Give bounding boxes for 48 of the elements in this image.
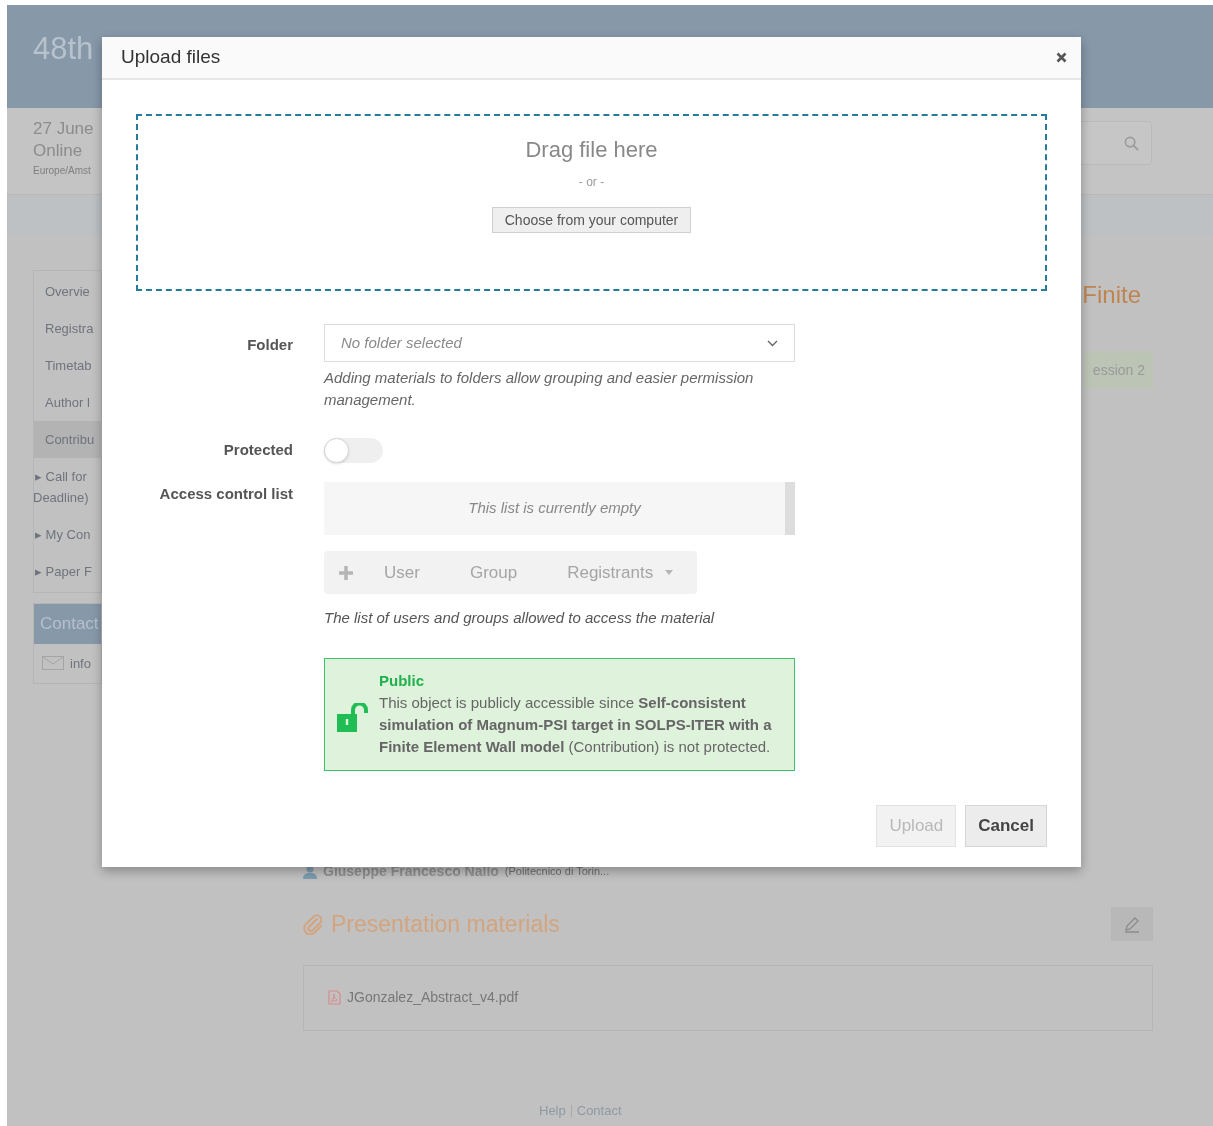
protected-toggle[interactable] <box>324 438 383 463</box>
person-icon <box>303 864 317 879</box>
registrants-dropdown[interactable]: Registrants <box>567 559 674 586</box>
section-heading: Presentation materials <box>331 910 560 939</box>
paperclip-icon <box>303 913 323 936</box>
choose-file-button[interactable]: Choose from your computer <box>491 207 692 233</box>
dialog-title: Upload files <box>121 45 221 70</box>
help-text: Adding materials to folders allow grouping and easier permission management. <box>324 368 755 410</box>
pencil-icon <box>1123 915 1141 934</box>
contact-email-link[interactable]: info <box>70 653 91 673</box>
caret-icon <box>665 570 674 575</box>
folder-select[interactable]: No folder selected <box>324 324 795 362</box>
sidebar-item[interactable]: Timetab <box>34 347 101 384</box>
chevron-down-icon <box>767 339 778 347</box>
notice-title: Public <box>379 670 425 691</box>
field-label: Folder <box>247 336 293 353</box>
author-affiliation: (Politecnico di Torin... <box>504 864 610 880</box>
dialog-button[interactable]: Cancel <box>965 804 1047 847</box>
field-label: Access control list <box>159 485 293 502</box>
close-icon <box>1055 52 1067 63</box>
plus-icon <box>338 564 354 581</box>
field-label: Protected <box>223 441 293 458</box>
sidebar-item[interactable]: ▸ Paper F <box>34 553 101 590</box>
acl-option-button[interactable]: Group <box>469 559 568 586</box>
file-drop-zone[interactable]: Drag file here - or - Choose from your computer <box>136 114 1047 291</box>
drop-heading: Drag file here <box>525 136 658 164</box>
edit-button[interactable] <box>1111 907 1153 942</box>
pdf-file-icon <box>328 990 341 1005</box>
sidebar-item[interactable]: ▸ Call for Deadline) <box>34 458 101 516</box>
unlocked-padlock-icon <box>337 702 368 732</box>
event-date: 27 June <box>33 118 94 140</box>
mail-icon <box>42 656 64 671</box>
acl-option-button[interactable]: User <box>384 559 470 586</box>
notice-text: This object is publicly accessible since Self-consistent simulation of Magnum-PSI target in SOLPS-ITER with a Finite Element Wall model (Contribution) is not protected. <box>379 693 773 758</box>
event-location: Online <box>33 140 84 162</box>
help-text: The list of users and groups allowed to access the material <box>324 608 716 628</box>
sidebar-item[interactable]: Author l <box>34 384 101 421</box>
search-icon <box>1124 135 1139 151</box>
sidebar-item[interactable]: Registra <box>34 310 101 347</box>
sidebar-item[interactable]: ▸ My Con <box>34 516 101 553</box>
file-link[interactable]: JGonzalez_Abstract_v4.pdf <box>347 987 519 1008</box>
separator-text: - or - <box>578 174 605 191</box>
sidebar-item[interactable]: Contribu <box>34 421 101 458</box>
event-timezone: Europe/Amst <box>33 164 92 178</box>
sidebar-item[interactable]: Overvie <box>34 273 101 310</box>
empty-list-text: This list is currently empty <box>468 498 643 519</box>
scrollbar <box>785 482 795 535</box>
contribution-title: Finite <box>1082 280 1141 310</box>
